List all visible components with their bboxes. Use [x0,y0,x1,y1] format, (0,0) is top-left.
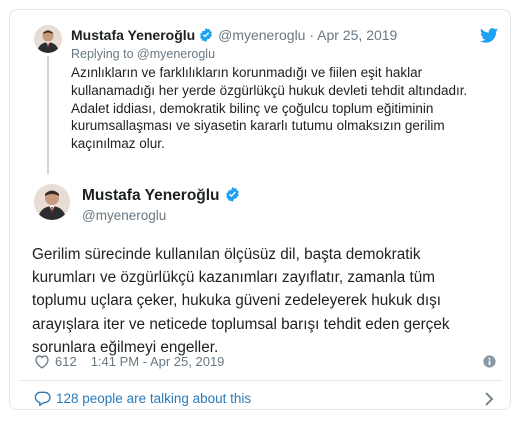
like-count[interactable]: 612 [55,354,77,369]
avatar-portrait-icon [34,184,70,220]
tweet-meta: 612 1:41 PM - Apr 25, 2019 [34,354,224,369]
chevron-right-icon[interactable] [484,391,494,407]
info-icon[interactable] [483,355,496,368]
tweet-text: Gerilim sürecinde kullanılan ölçüsüz dil… [32,243,502,359]
parent-handle[interactable]: @myeneroglu [218,27,305,43]
conversation-link[interactable]: 128 people are talking about this [34,391,251,406]
reply-context: Replying to @myeneroglu [71,47,215,61]
parent-header: Mustafa Yeneroğlu @myeneroglu · Apr 25, … [71,27,397,43]
parent-author-name[interactable]: Mustafa Yeneroğlu [71,27,195,43]
parent-text-line: kurumsallaşması ve siyasetin kararlı tut… [71,118,445,134]
author-name[interactable]: Mustafa Yeneroğlu [82,186,241,205]
tweet-text-line: kurumları ve özgürlükçü kazanımları zayı… [32,269,435,287]
tweet-text-line: Gerilim sürecinde kullanılan ölçüsüz dil… [32,246,421,263]
parent-text-line: kullanamadığı her yerde özgürlükçü hukuk… [71,82,468,98]
comment-bubble-icon [34,391,51,406]
parent-text-line: kaçınılmaz olur. [71,136,165,152]
conversation-count-text[interactable]: 128 people are talking about this [56,391,251,406]
tweet-text-line: arayışlara iter ve neticede toplumsal ba… [32,315,450,333]
reply-to-handle[interactable]: @myeneroglu [137,47,215,61]
heart-icon[interactable] [34,354,50,369]
tweet-text-line: toplumu uçlara çeker, hukuka güveni zede… [32,292,442,310]
parent-separator: · [309,27,315,43]
author-handle[interactable]: @myeneroglu [82,208,166,223]
parent-avatar[interactable] [34,25,62,53]
parent-text-line: Adalet iddiası, demokratik bilinç ve çoğ… [71,100,434,116]
twitter-bird-icon[interactable] [480,28,498,43]
avatar-portrait-icon [34,25,62,53]
author-name-text[interactable]: Mustafa Yeneroğlu [82,187,220,204]
parent-text-line: Azınlıkların ve farklılıkların korunmadı… [71,65,423,80]
embedded-tweet-card: Mustafa Yeneroğlu @myeneroglu · Apr 25, … [9,9,511,410]
verified-badge-icon [200,28,213,42]
author-avatar[interactable] [34,184,70,220]
footer-divider [20,380,502,381]
parent-tweet-text: Azınlıkların ve farklılıkların korunmadı… [71,64,491,153]
tweet-timestamp[interactable]: 1:41 PM - Apr 25, 2019 [91,354,225,369]
verified-badge-icon [225,187,239,202]
reply-prefix: Replying to [71,47,134,61]
parent-date[interactable]: Apr 25, 2019 [317,27,397,43]
thread-line [47,56,49,174]
